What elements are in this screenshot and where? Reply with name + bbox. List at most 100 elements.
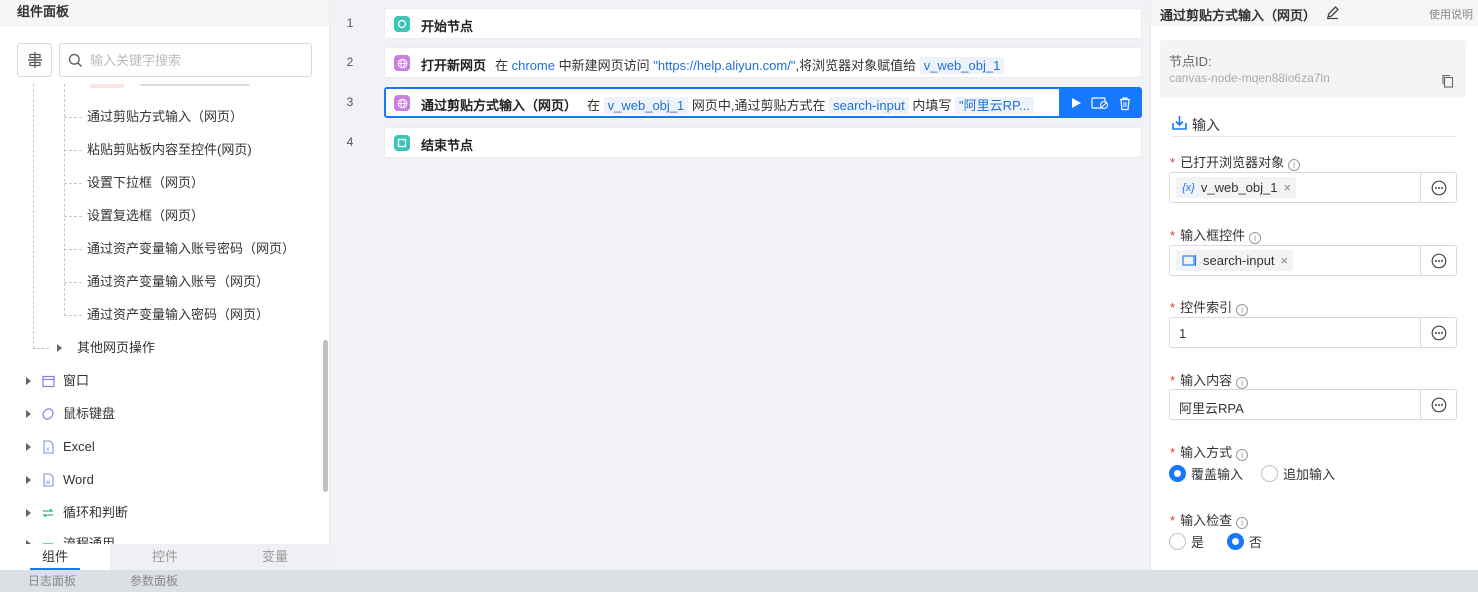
tree-scrollbar[interactable] [323,340,328,492]
tree-category-window[interactable]: 窗口 [0,370,300,392]
excel-icon: x [41,440,55,454]
component-panel: 组件面板 通过剪贴方式输入（网页） 粘贴剪贴板内容至控件(网页) 设置下拉框（网… [0,0,330,570]
remove-tag-icon[interactable]: × [1281,253,1289,268]
globe-icon [394,95,410,111]
node-title: 结束节点 [421,138,474,153]
tree-category-general[interactable]: 流程通用 [0,533,300,544]
input-check-options: 是 否 [1169,531,1262,551]
flow-node-end[interactable]: 结束节点 [384,127,1142,158]
input-mode-label: * 输入方式 i [1170,442,1249,461]
row-number: 4 [346,135,354,149]
caret-right-icon [57,344,62,352]
edit-icon[interactable] [1325,5,1340,20]
remove-tag-icon[interactable]: × [1283,180,1291,195]
info-icon[interactable]: i [1236,517,1249,529]
flow-node-start[interactable]: 开始节点 [384,8,1142,39]
node-title: 通过剪贴方式输入（网页） [421,98,578,113]
node-title: 开始节点 [421,19,474,34]
collapse-toggle-button[interactable] [17,43,52,77]
more-icon [1431,180,1446,195]
radio-check-yes[interactable] [1169,532,1186,550]
row-number: 1 [346,16,354,30]
tree-category-mouse-keyboard[interactable]: 鼠标键盘 [0,403,300,425]
caret-right-icon [26,410,31,418]
control-index-field[interactable]: 1 [1169,317,1421,348]
bottom-panel-bar: 日志面板 参数面板 [0,570,1478,592]
node-description: 在 v_web_obj_1 网页中,通过剪贴方式在 search-input 内… [587,95,1034,114]
flow-icon [41,537,55,544]
properties-title: 通过剪贴方式输入（网页） [1160,8,1317,23]
info-icon[interactable]: i [1288,159,1301,171]
node-description: 在 chrome 中新建网页访问 "https://help.aliyun.co… [495,55,1005,74]
node-id-box: 节点ID: canvas-node-mqen88io6za7ln [1160,40,1466,97]
delete-icon[interactable] [1118,96,1132,111]
info-icon[interactable]: i [1236,377,1249,389]
info-icon[interactable]: i [1236,449,1249,461]
radio-append[interactable] [1261,464,1279,482]
end-node-icon [394,135,410,151]
info-icon[interactable]: i [1249,232,1262,244]
control-tag: search-input × [1176,250,1294,271]
caret-right-icon [26,377,31,385]
disable-icon[interactable] [1091,96,1109,110]
info-icon[interactable]: i [1236,304,1249,316]
tab-params-panel[interactable]: 参数面板 [130,570,178,592]
tree-category-loop-condition[interactable]: 循环和判断 [0,502,300,524]
split-vertical-icon [27,52,42,68]
node-title: 打开新网页 [421,58,487,73]
clipped-item [90,84,250,90]
more-icon [1431,253,1446,268]
input-content-field[interactable]: 阿里云RPA [1169,389,1421,420]
control-index-more-button[interactable] [1421,317,1457,348]
svg-text:w: w [45,479,50,486]
help-link[interactable]: 使用说明 [1429,6,1473,22]
tab-log-panel[interactable]: 日志面板 [28,570,76,592]
left-panel-tabs: 组件 控件 变量 [0,544,330,570]
variable-icon: {x} [1182,181,1195,194]
input-box-icon [1182,255,1197,266]
tree-group-other-web-ops[interactable]: 其他网页操作 [33,337,283,359]
search-row [17,42,312,78]
component-panel-title: 组件面板 [0,0,329,26]
tab-components[interactable]: 组件 [0,544,110,570]
search-input[interactable] [90,50,305,70]
tree-category-word[interactable]: w Word [0,469,300,491]
caret-right-icon [26,476,31,484]
window-icon [41,374,55,388]
control-index-label: * 控件索引 i [1170,297,1249,316]
node-id-value: canvas-node-mqen88io6za7ln [1169,71,1330,85]
flow-node-clipboard-input[interactable]: 通过剪贴方式输入（网页） 在 v_web_obj_1 网页中,通过剪贴方式在 s… [384,87,1142,118]
download-icon [1172,116,1187,130]
browser-object-label: * 已打开浏览器对象 i [1170,152,1301,171]
search-icon [68,53,83,68]
input-control-more-button[interactable] [1421,245,1457,276]
row-number: 3 [346,95,354,109]
more-icon [1431,397,1446,412]
word-icon: w [41,473,55,487]
input-section-title: 输入 [1171,114,1457,137]
browser-object-field[interactable]: {x} v_web_obj_1 × [1169,172,1421,203]
search-box[interactable] [59,43,312,77]
copy-icon[interactable] [1441,74,1454,88]
input-control-label: * 输入框控件 i [1170,225,1262,244]
row-number: 2 [346,55,354,69]
caret-right-icon [26,443,31,451]
tab-variables[interactable]: 变量 [220,544,330,570]
variable-tag: {x} v_web_obj_1 × [1176,177,1297,198]
flow-node-open-page[interactable]: 打开新网页 在 chrome 中新建网页访问 "https://help.ali… [384,47,1142,78]
input-control-field[interactable]: search-input × [1169,245,1421,276]
run-icon[interactable] [1069,96,1083,110]
tab-controls[interactable]: 控件 [110,544,220,570]
input-content-label: * 输入内容 i [1170,370,1249,389]
radio-overwrite[interactable] [1169,464,1186,482]
radio-check-no[interactable] [1227,532,1245,550]
globe-icon [394,55,410,71]
svg-text:x: x [46,446,50,453]
browser-object-more-button[interactable] [1421,172,1457,203]
component-tree: 通过剪贴方式输入（网页） 粘贴剪贴板内容至控件(网页) 设置下拉框（网页） 设置… [0,84,322,544]
tree-category-excel[interactable]: x Excel [0,436,300,458]
node-action-bar [1059,88,1142,118]
loop-icon [41,506,55,520]
input-content-more-button[interactable] [1421,389,1457,420]
input-mode-options: 覆盖输入 追加输入 [1169,463,1335,483]
